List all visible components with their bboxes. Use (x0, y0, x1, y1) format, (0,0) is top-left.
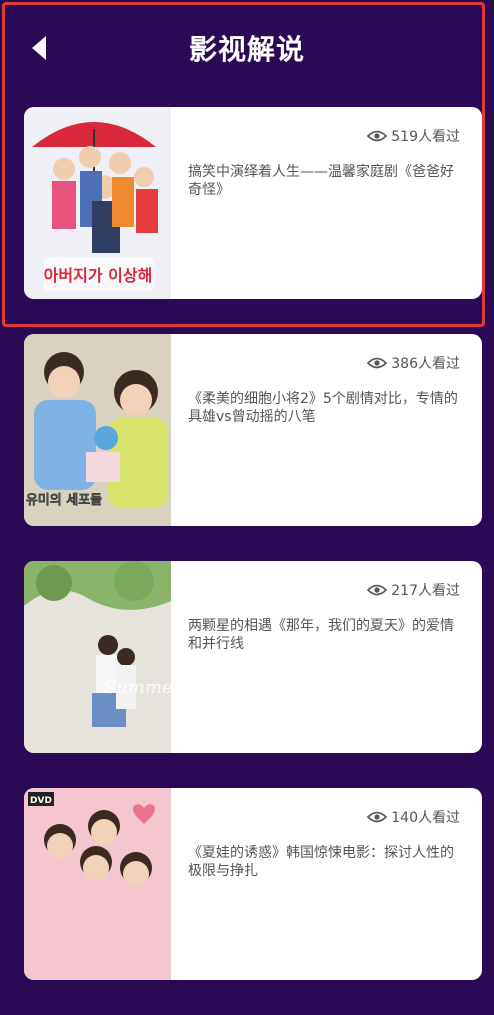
view-count: 386人看过 (367, 353, 460, 373)
svg-text:Summer: Summer (104, 677, 171, 698)
eye-icon (367, 357, 388, 369)
view-count: 140人看过 (367, 807, 460, 827)
item-description: 两颗星的相遇《那年，我们的夏天》的爱情和并行线 (188, 618, 454, 652)
view-count: 217人看过 (367, 580, 460, 600)
item-description: 《柔美的细胞小将2》5个剧情对比，专情的具雄vs曾动摇的八笔 (188, 391, 458, 425)
item-description: 《夏娃的诱惑》韩国惊悚电影：探讨人性的极限与挣扎 (188, 845, 454, 879)
view-count: 519人看过 (367, 126, 460, 146)
svg-text:DVD: DVD (30, 796, 52, 806)
list-item[interactable]: DVD 140人看过 《夏娃的诱惑》韩国惊悚电影：探讨人性的极限与挣扎 (24, 788, 482, 980)
page-title: 影视解说 (188, 33, 305, 66)
list-item[interactable]: 유미의 세포들 386人看过 《柔美的细胞小将2》5个剧情对比，专情的具雄vs曾… (24, 334, 482, 526)
svg-text:아버지가 이상해: 아버지가 이상해 (44, 266, 153, 285)
list-item[interactable]: Summer 217人看过 两颗星的相遇《那年，我们的夏天》的爱情和并行线 (24, 561, 482, 753)
view-count-text: 217人看过 (391, 583, 460, 599)
view-count-text: 519人看过 (391, 129, 460, 145)
header: 影视解说 (0, 0, 494, 96)
eye-icon (367, 130, 388, 142)
svg-text:유미의 세포들: 유미의 세포들 (26, 492, 102, 508)
item-description: 搞笑中演绎着人生——温馨家庭剧《爸爸好奇怪》 (188, 164, 454, 198)
eye-icon (367, 811, 388, 823)
view-count-text: 386人看过 (391, 356, 460, 372)
poster-image: DVD (24, 788, 171, 980)
video-list: 아버지가 이상해 519人看过 搞笑中演绎着人生——温馨家庭剧《爸爸好奇怪》 유… (24, 107, 482, 1015)
poster-image: Summer (24, 561, 171, 753)
poster-image: 아버지가 이상해 (24, 107, 171, 299)
list-item[interactable]: 아버지가 이상해 519人看过 搞笑中演绎着人生——温馨家庭剧《爸爸好奇怪》 (24, 107, 482, 299)
view-count-text: 140人看过 (391, 810, 460, 826)
eye-icon (367, 584, 388, 596)
poster-image: 유미의 세포들 (24, 334, 171, 526)
